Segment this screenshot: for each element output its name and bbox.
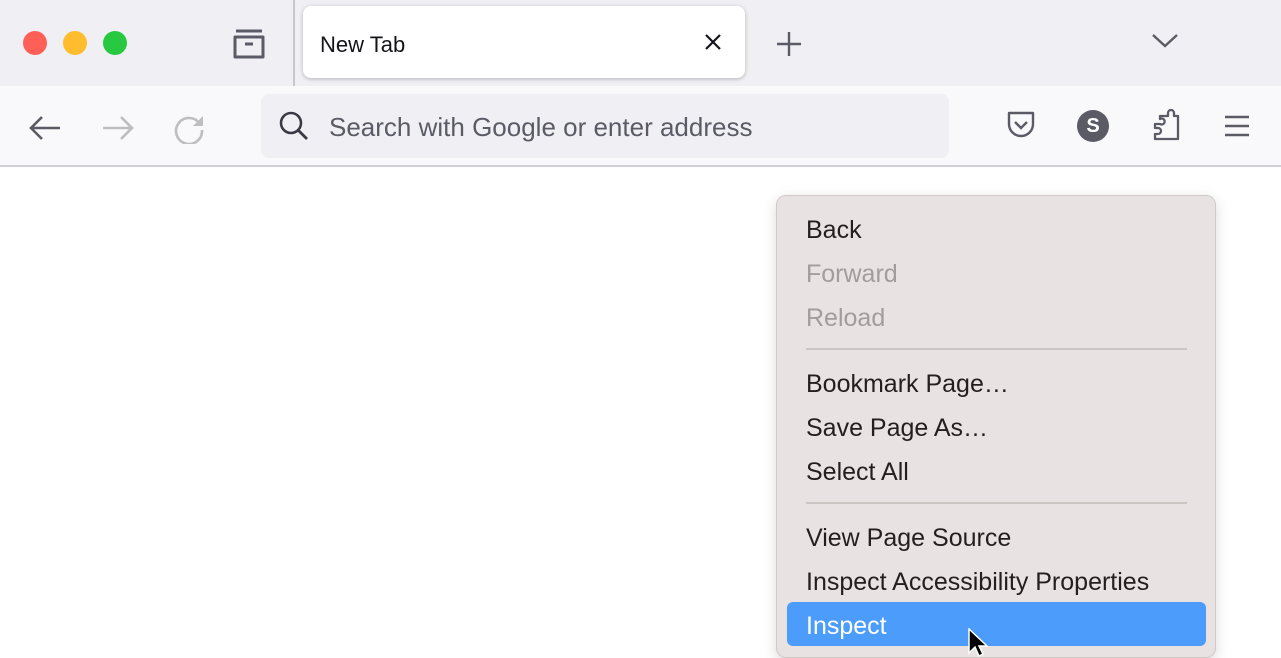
navigation-toolbar: Search with Google or enter address S [0, 86, 1281, 167]
hamburger-menu-icon[interactable] [1224, 114, 1250, 138]
close-tab-icon[interactable] [703, 32, 723, 52]
tab-title: New Tab [320, 32, 406, 57]
menu-item-view-page-source[interactable]: View Page Source [806, 524, 1011, 553]
reload-icon[interactable] [173, 112, 207, 144]
close-window-button[interactable] [23, 31, 47, 55]
menu-item-select-all[interactable]: Select All [806, 458, 909, 487]
forward-arrow-icon[interactable] [101, 114, 135, 142]
menu-item-inspect-accessibility[interactable]: Inspect Accessibility Properties [806, 568, 1149, 597]
account-avatar[interactable]: S [1077, 110, 1109, 142]
menu-item-forward[interactable]: Forward [806, 260, 898, 289]
menu-item-back[interactable]: Back [806, 216, 862, 245]
tab-bar: New Tab [0, 0, 1281, 86]
context-menu: Back Forward Reload Bookmark Page… Save … [776, 195, 1216, 658]
menu-separator [806, 502, 1187, 504]
menu-separator [806, 348, 1187, 350]
address-bar[interactable]: Search with Google or enter address [261, 94, 949, 158]
zoom-window-button[interactable] [103, 31, 127, 55]
tab-new-tab[interactable]: New Tab [303, 6, 745, 78]
firefox-view-icon[interactable] [232, 26, 266, 60]
menu-item-reload[interactable]: Reload [806, 304, 885, 333]
mouse-cursor-icon [968, 628, 989, 658]
search-icon [279, 111, 308, 140]
list-tabs-chevron-down-icon[interactable] [1151, 31, 1179, 49]
back-arrow-icon[interactable] [28, 114, 62, 142]
address-placeholder: Search with Google or enter address [329, 112, 753, 142]
pocket-icon[interactable] [1006, 110, 1036, 140]
minimize-window-button[interactable] [63, 31, 87, 55]
tab-separator [293, 0, 295, 86]
menu-item-bookmark-page[interactable]: Bookmark Page… [806, 370, 1009, 399]
menu-item-save-page-as[interactable]: Save Page As… [806, 414, 988, 443]
new-tab-plus-icon[interactable] [776, 31, 802, 57]
extensions-puzzle-icon[interactable] [1151, 108, 1183, 142]
menu-item-inspect[interactable]: Inspect [806, 612, 887, 641]
